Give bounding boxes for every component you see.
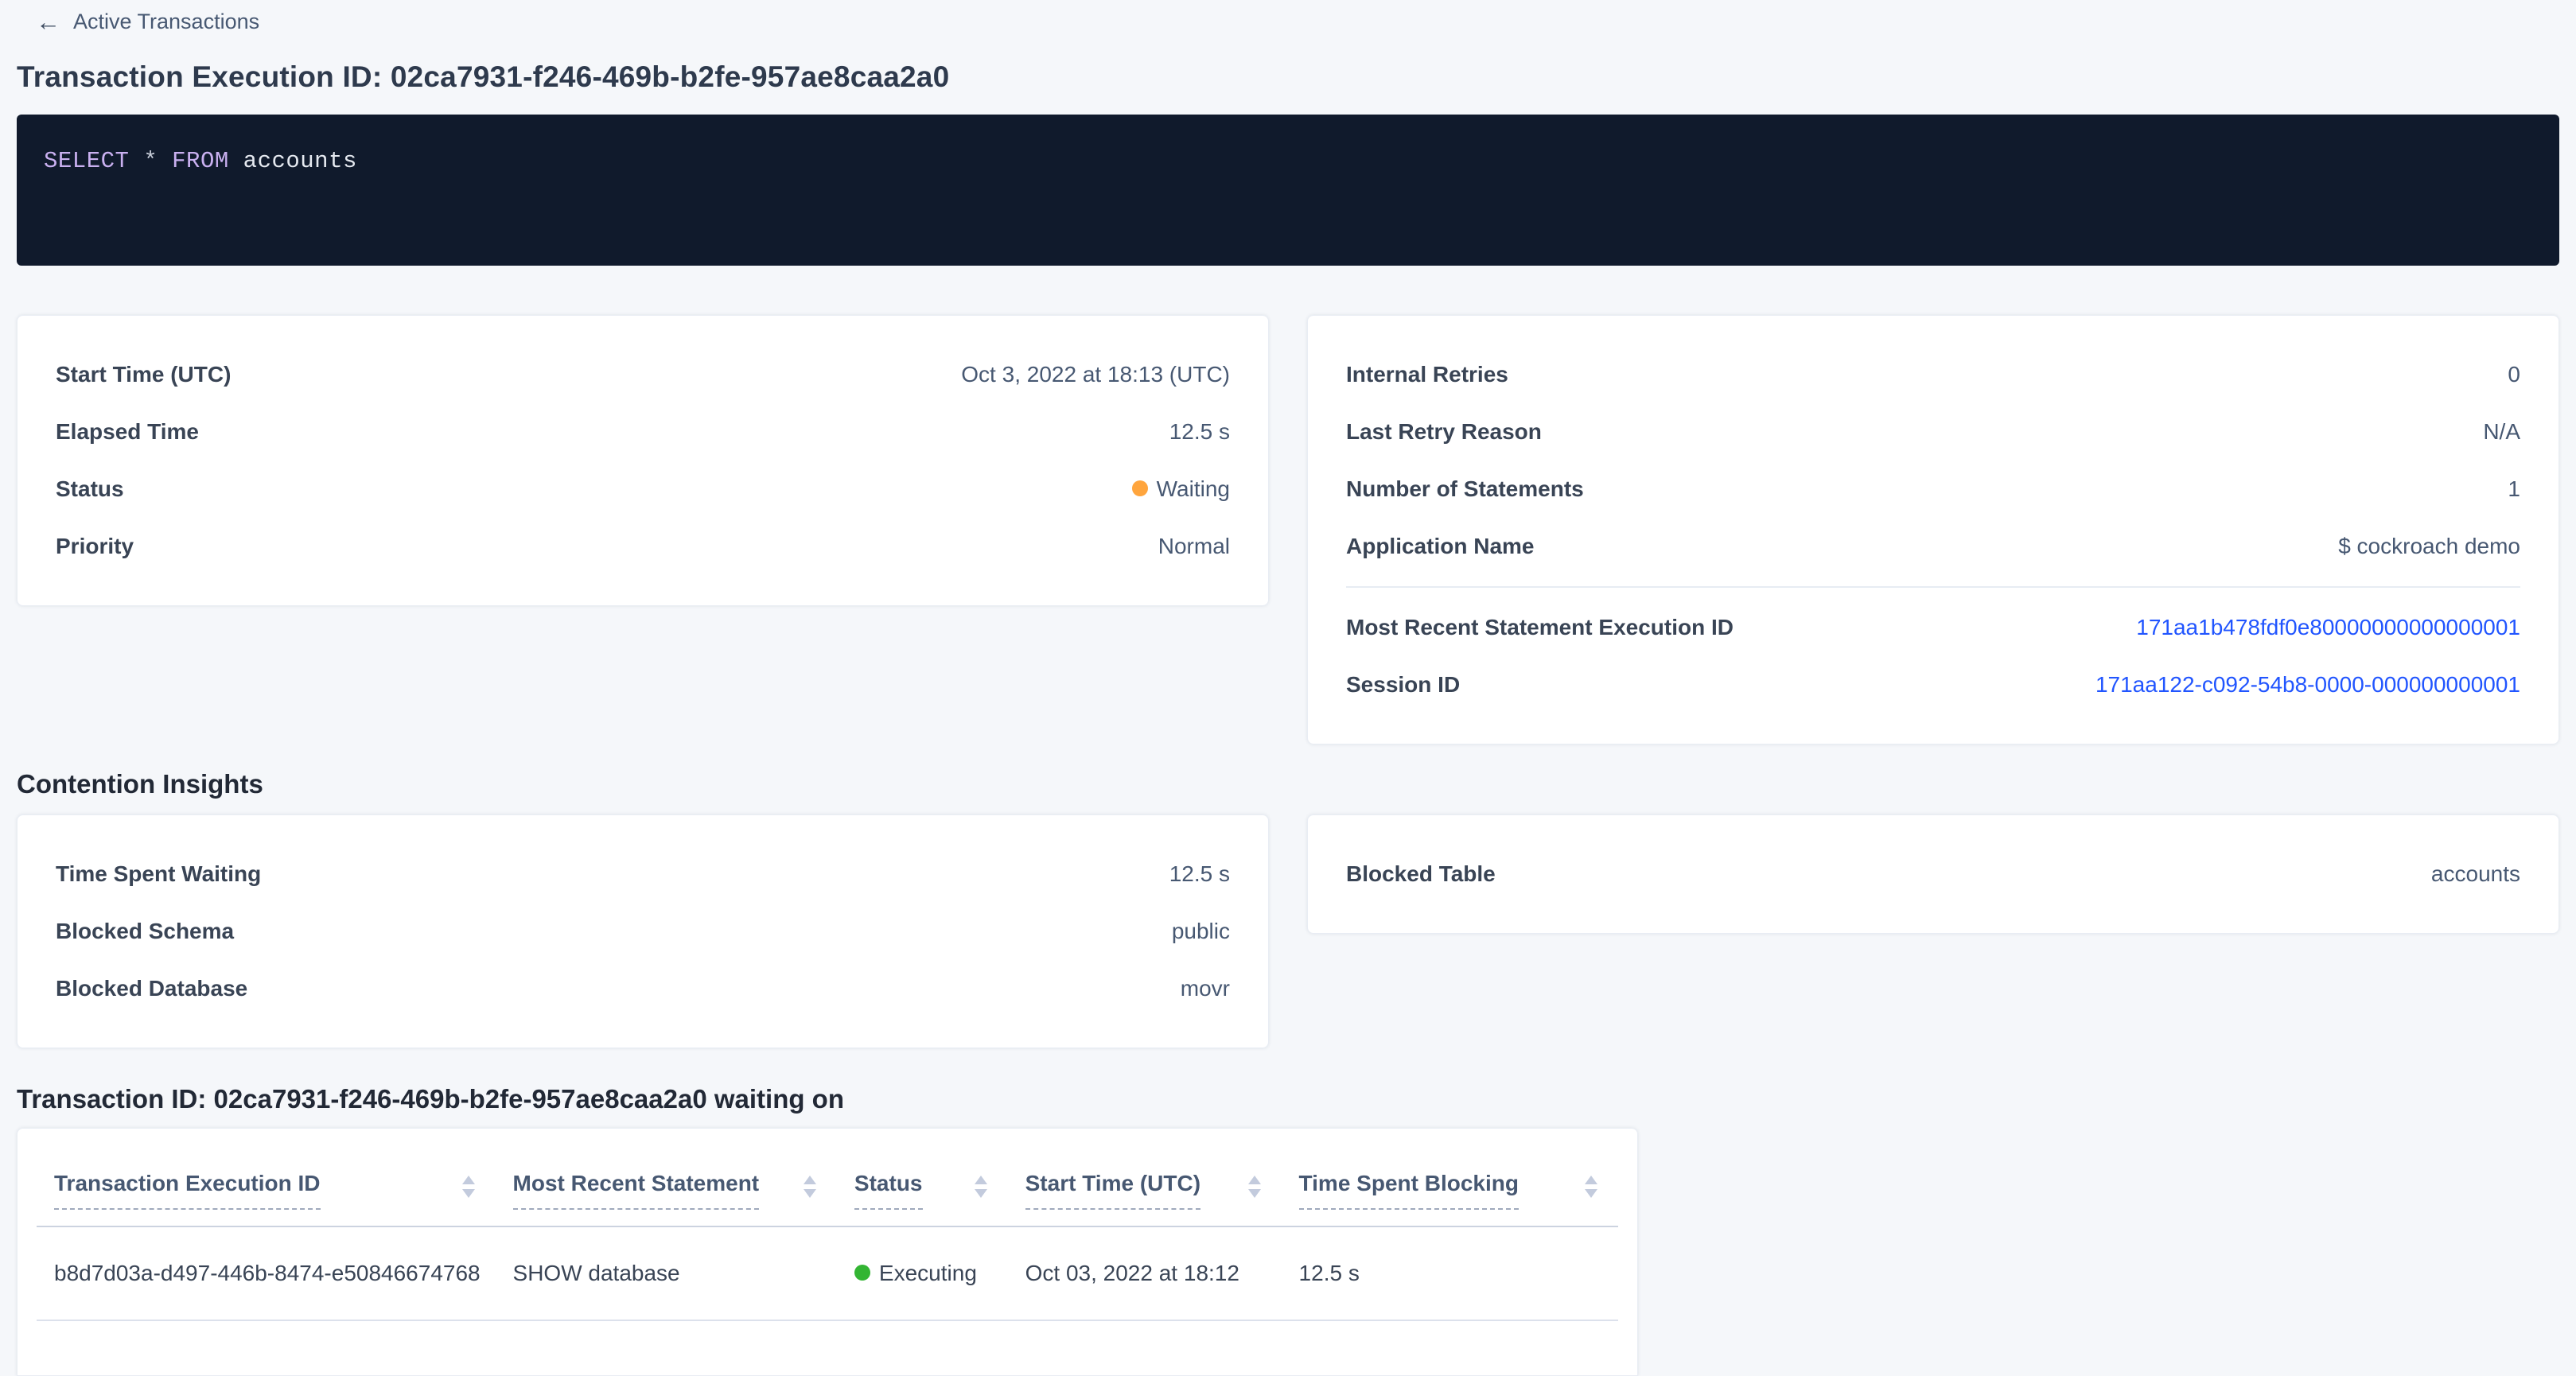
column-label: Time Spent Blocking [1299,1170,1519,1210]
column-label: Transaction Execution ID [54,1170,321,1210]
column-header-most-recent-statement[interactable]: Most Recent Statement [496,1129,837,1226]
blocked-schema-value: public [1172,919,1230,944]
internal-retries-label: Internal Retries [1346,362,1508,387]
blocked-table-label: Blocked Table [1346,861,1496,887]
status-value: Waiting [1132,476,1230,502]
priority-value: Normal [1158,534,1230,559]
blocked-database-value: movr [1181,976,1230,1001]
cell-transaction-execution-id: b8d7d03a-d497-446b-8474-e50846674768 [37,1226,496,1320]
cell-time-spent-blocking: 12.5 s [1282,1226,1618,1320]
sort-icon[interactable] [1248,1176,1261,1198]
sql-keyword: FROM [172,148,229,174]
waiting-status-dot-icon [1132,480,1148,496]
row-blocked-database: Blocked Database movr [56,960,1230,1017]
cell-status: Executing [837,1226,1008,1320]
sort-icon[interactable] [804,1176,816,1198]
row-blocked-schema: Blocked Schema public [56,903,1230,960]
internal-retries-value: 0 [2508,362,2520,387]
sql-identifier: accounts [229,148,357,174]
waiting-on-heading: Transaction ID: 02ca7931-f246-469b-b2fe-… [17,1083,2559,1115]
application-name-label: Application Name [1346,534,1534,559]
contention-card-right: Blocked Table accounts [1307,814,2559,934]
blocked-schema-label: Blocked Schema [56,919,234,944]
most-recent-statement-execution-id-label: Most Recent Statement Execution ID [1346,615,1734,640]
row-priority: Priority Normal [56,518,1230,575]
column-header-start-time[interactable]: Start Time (UTC) [1008,1129,1282,1226]
row-most-recent-statement-execution-id: Most Recent Statement Execution ID 171aa… [1346,599,2520,656]
number-of-statements-value: 1 [2508,476,2520,502]
status-label: Status [56,476,124,502]
start-time-label: Start Time (UTC) [56,362,231,387]
row-last-retry-reason: Last Retry Reason N/A [1346,403,2520,461]
column-label: Most Recent Statement [513,1170,760,1210]
executing-status-dot-icon [854,1265,870,1281]
cell-most-recent-statement: SHOW database [496,1226,837,1320]
card-divider [1346,586,2520,588]
contention-insights-heading: Contention Insights [17,768,2559,800]
column-label: Status [854,1170,923,1210]
waiting-transactions-table-card: Transaction Execution ID Most Recent Sta… [17,1128,1638,1376]
row-session-id: Session ID 171aa122-c092-54b8-0000-00000… [1346,656,2520,713]
sql-keyword: SELECT [44,148,129,174]
row-blocked-table: Blocked Table accounts [1346,845,2520,903]
summary-card-left: Start Time (UTC) Oct 3, 2022 at 18:13 (U… [17,315,1269,606]
elapsed-time-value: 12.5 s [1169,419,1230,445]
summary-card-right: Internal Retries 0 Last Retry Reason N/A… [1307,315,2559,744]
status-text: Waiting [1157,476,1230,501]
session-id-label: Session ID [1346,672,1460,698]
column-header-transaction-execution-id[interactable]: Transaction Execution ID [37,1129,496,1226]
blocked-database-label: Blocked Database [56,976,247,1001]
table-row: b8d7d03a-d497-446b-8474-e50846674768 SHO… [37,1226,1618,1320]
row-start-time: Start Time (UTC) Oct 3, 2022 at 18:13 (U… [56,346,1230,403]
last-retry-reason-label: Last Retry Reason [1346,419,1542,445]
session-id-link[interactable]: 171aa122-c092-54b8-0000-000000000001 [2095,672,2520,698]
back-arrow-icon: ← [36,10,60,34]
cell-start-time: Oct 03, 2022 at 18:12 [1008,1226,1282,1320]
column-label: Start Time (UTC) [1025,1170,1200,1210]
row-number-of-statements: Number of Statements 1 [1346,461,2520,518]
number-of-statements-label: Number of Statements [1346,476,1584,502]
row-status: Status Waiting [56,461,1230,518]
row-elapsed-time: Elapsed Time 12.5 s [56,403,1230,461]
start-time-value: Oct 3, 2022 at 18:13 (UTC) [961,362,1230,387]
row-internal-retries: Internal Retries 0 [1346,346,2520,403]
sort-icon[interactable] [1585,1176,1597,1198]
breadcrumb-label: Active Transactions [73,10,259,34]
row-time-spent-waiting: Time Spent Waiting 12.5 s [56,845,1230,903]
waiting-transactions-table: Transaction Execution ID Most Recent Sta… [37,1129,1618,1321]
priority-label: Priority [56,534,134,559]
sql-statement: SELECT * FROM accounts [44,148,2532,175]
most-recent-statement-execution-id-link[interactable]: 171aa1b478fdf0e80000000000000001 [2136,615,2520,640]
elapsed-time-label: Elapsed Time [56,419,199,445]
time-spent-waiting-label: Time Spent Waiting [56,861,261,887]
blocked-table-value: accounts [2431,861,2520,887]
contention-card-left: Time Spent Waiting 12.5 s Blocked Schema… [17,814,1269,1048]
row-application-name: Application Name $ cockroach demo [1346,518,2520,575]
page-title: Transaction Execution ID: 02ca7931-f246-… [17,60,2559,94]
time-spent-waiting-value: 12.5 s [1169,861,1230,887]
cell-status-text: Executing [879,1261,977,1285]
application-name-value: $ cockroach demo [2338,534,2520,559]
sql-statement-box: SELECT * FROM accounts [17,115,2559,266]
last-retry-reason-value: N/A [2483,419,2520,445]
column-header-status[interactable]: Status [837,1129,1008,1226]
breadcrumb-back-link[interactable]: ← Active Transactions [36,6,259,37]
sql-operator: * [129,148,172,174]
page: ← Active Transactions Transaction Execut… [0,0,2576,1376]
column-header-time-spent-blocking[interactable]: Time Spent Blocking [1282,1129,1618,1226]
sort-icon[interactable] [462,1176,475,1198]
sort-icon[interactable] [975,1176,987,1198]
table-header-row: Transaction Execution ID Most Recent Sta… [37,1129,1618,1226]
